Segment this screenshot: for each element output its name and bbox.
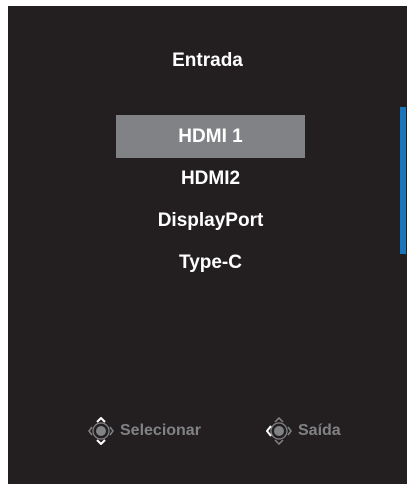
scrollbar[interactable] <box>400 107 406 254</box>
menu-item-displayport[interactable]: DisplayPort <box>116 200 305 242</box>
menu-title: Entrada <box>172 50 243 71</box>
exit-hint-label: Saída <box>298 422 341 439</box>
select-hint[interactable]: Selecionar <box>88 416 201 446</box>
menu-item-hdmi1[interactable]: HDMI 1 <box>116 115 305 158</box>
menu-item-hdmi2[interactable]: HDMI2 <box>116 158 305 200</box>
select-hint-label: Selecionar <box>120 422 201 439</box>
input-source-list: HDMI 1 HDMI2 DisplayPort Type-C <box>116 115 305 284</box>
exit-hint[interactable]: Saída <box>266 416 341 446</box>
joystick-left-icon <box>266 417 292 445</box>
menu-item-type-c[interactable]: Type-C <box>116 242 305 284</box>
joystick-updown-icon <box>88 417 114 445</box>
osd-menu-panel: Entrada HDMI 1 HDMI2 DisplayPort Type-C … <box>8 6 407 484</box>
footer-hints: Selecionar Saída <box>8 416 407 446</box>
